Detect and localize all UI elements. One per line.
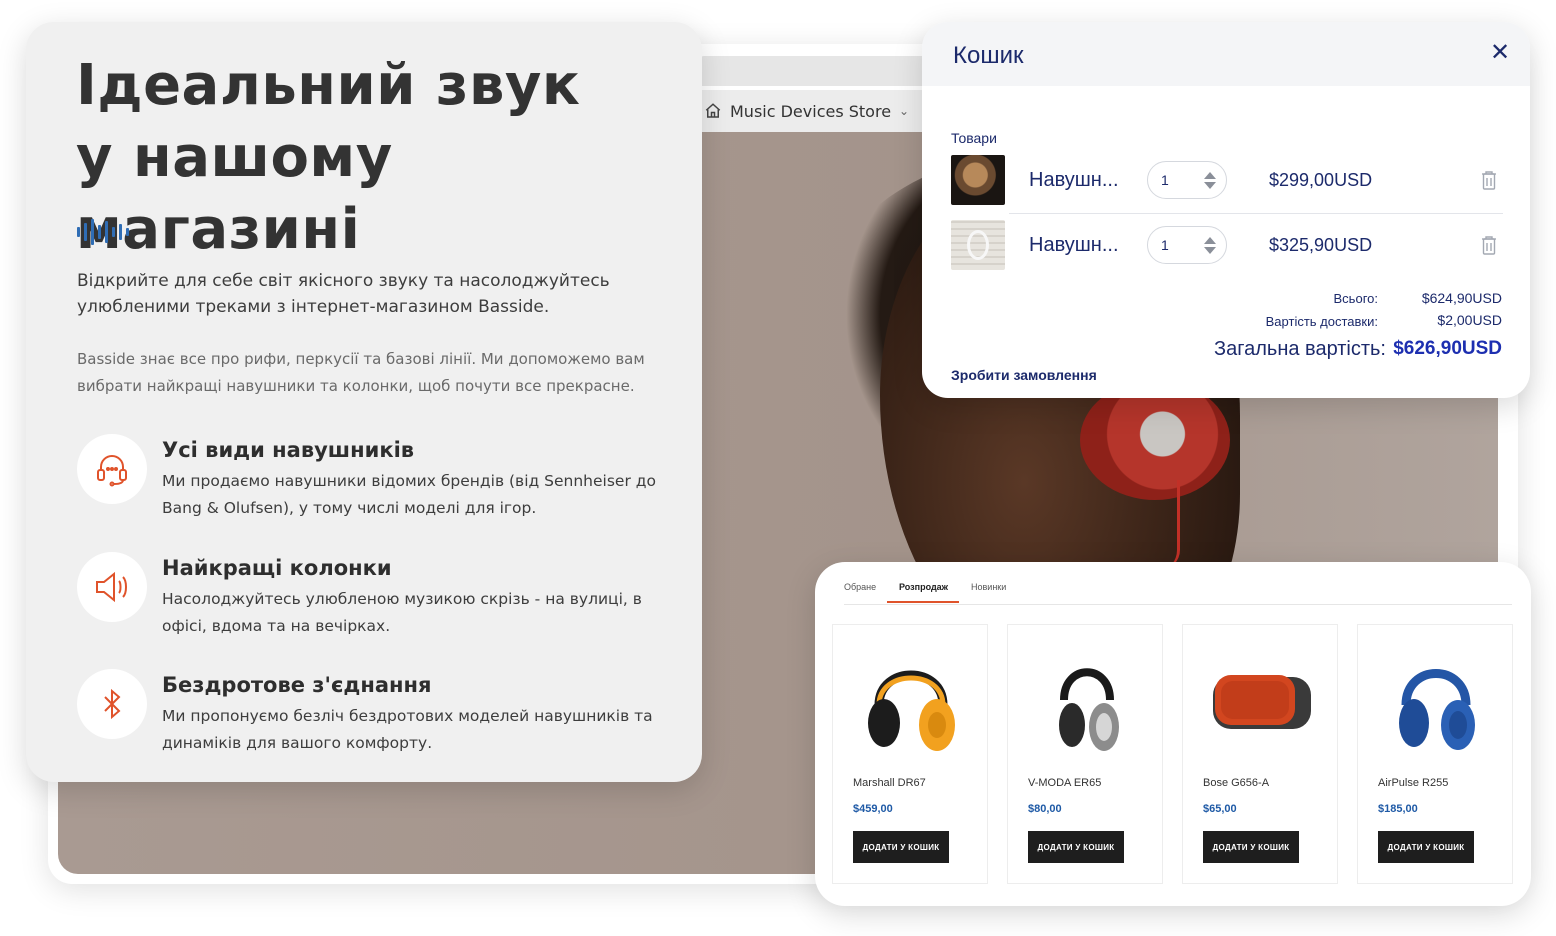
product-name: Bose G656-A [1203,777,1270,789]
stepper-arrows-icon[interactable] [1204,236,1216,254]
close-icon[interactable]: ✕ [1490,38,1510,67]
headphones-image [868,670,955,751]
headphone-cable [1160,480,1180,570]
feature-wireless [77,669,147,739]
cart-divider [1009,213,1503,214]
quantity-value: 1 [1161,172,1169,188]
shipping-label: Вартість доставки: [1265,314,1378,329]
cart-item: Навушн... 1 $299,00USD [951,151,1502,209]
tabs-divider [844,604,1512,605]
cart-panel: Кошик ✕ Товари Навушн... 1 $299,00USD На… [922,22,1530,398]
feature-title-speakers: Найкращі колонки [162,556,392,580]
store-nav-label: Music Devices Store [730,101,892,121]
browser-toolbar [700,56,940,86]
product-card[interactable]: V-MODA ER65 $80,00 ДОДАТИ У КОШИК [1007,624,1163,884]
shipping-value: $2,00USD [1437,312,1502,328]
feature-text-headphones: Ми продаємо навушники відомих брендів (в… [162,472,656,517]
tab-new[interactable]: Новинки [971,582,1006,592]
product-price: $65,00 [1203,803,1237,815]
feature-speaker [77,552,147,622]
trash-icon[interactable] [1480,235,1498,255]
feature-title-wireless: Бездротове з'єднання [162,673,432,697]
headset-icon [97,455,127,487]
trash-icon[interactable] [1480,170,1498,190]
home-icon [705,103,721,118]
feature-text-wireless: Ми пропонуємо безліч бездротових моделей… [162,707,653,752]
quantity-stepper[interactable]: 1 [1147,161,1227,199]
products-panel: Обране Розпродаж Новинки Marshall DR67 $… [815,562,1531,906]
product-price: $459,00 [853,803,893,815]
cart-item-name[interactable]: Навушн... [1029,169,1137,192]
add-to-cart-button[interactable]: ДОДАТИ У КОШИК [1028,831,1124,863]
subtotal-label: Всього: [1333,291,1378,306]
tab-favorites[interactable]: Обране [844,582,876,592]
cart-item-price: $325,90USD [1269,234,1373,255]
cart-title: Кошик [953,42,1024,69]
hero-title-line1: Ідеальний звук [76,53,581,118]
store-nav[interactable]: Music Devices Store ⌄ [700,90,930,132]
chevron-down-icon: ⌄ [899,104,910,118]
feature-title-headphones: Усі види навушників [162,438,415,462]
product-thumbnail [951,220,1005,270]
product-price: $185,00 [1378,803,1418,815]
cart-item: Навушн... 1 $325,90USD [951,216,1502,274]
product-card[interactable]: AirPulse R255 $185,00 ДОДАТИ У КОШИК [1357,624,1513,884]
hero-title-line2: у нашому магазині [76,125,393,262]
headphones-image [1399,669,1475,750]
product-thumbnail [951,155,1005,205]
quantity-value: 1 [1161,237,1169,253]
speaker-icon [96,571,127,603]
stepper-arrows-icon[interactable] [1204,171,1216,189]
headphones-image [1059,668,1119,751]
subtotal-value: $624,90USD [1421,290,1502,306]
product-name: AirPulse R255 [1378,777,1449,789]
bluetooth-icon [104,688,121,720]
sub-text: Basside знає все про рифи, перкусії та б… [77,350,645,395]
product-name: V-MODA ER65 [1028,777,1102,789]
speaker-image [1213,675,1311,729]
active-tab-indicator [887,601,959,603]
add-to-cart-button[interactable]: ДОДАТИ У КОШИК [1203,831,1299,863]
cart-item-name[interactable]: Навушн... [1029,234,1137,257]
intro-text: Відкрийте для себе світ якісного звуку т… [77,271,610,317]
feature-headset [77,434,147,504]
add-to-cart-button[interactable]: ДОДАТИ У КОШИК [1378,831,1474,863]
tab-sale[interactable]: Розпродаж [899,582,948,592]
product-name: Marshall DR67 [853,777,926,789]
cart-item-price: $299,00USD [1269,169,1373,190]
cart-section-label: Товари [951,130,997,146]
total-label: Загальна вартість: [1214,338,1386,360]
add-to-cart-button[interactable]: ДОДАТИ У КОШИК [853,831,949,863]
sound-wave-icon [77,219,129,245]
headphone-cup [1080,380,1230,500]
total-value: $626,90USD [1393,338,1502,359]
checkout-link[interactable]: Зробити замовлення [951,367,1097,383]
feature-text-speakers: Насолоджуйтесь улюбленою музикою скрізь … [162,590,642,635]
product-card[interactable]: Bose G656-A $65,00 ДОДАТИ У КОШИК [1182,624,1338,884]
hero-title: Ідеальний звук у нашому магазині [76,50,676,266]
quantity-stepper[interactable]: 1 [1147,226,1227,264]
product-price: $80,00 [1028,803,1062,815]
product-card[interactable]: Marshall DR67 $459,00 ДОДАТИ У КОШИК [832,624,988,884]
